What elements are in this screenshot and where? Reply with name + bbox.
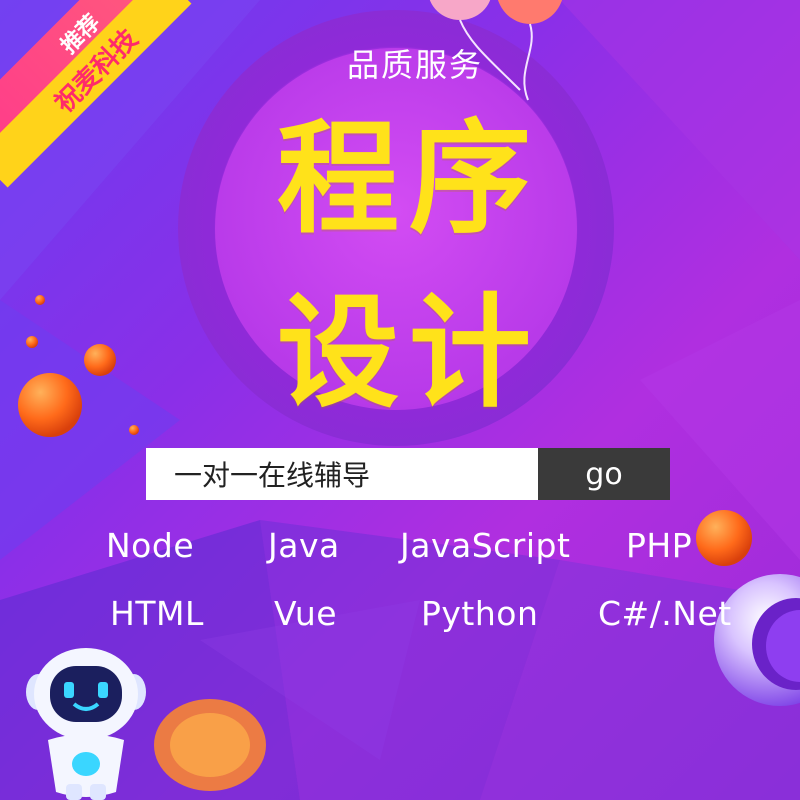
robot-mascot-icon	[26, 648, 146, 800]
search-input[interactable]	[146, 448, 538, 500]
tag-python[interactable]: Python	[421, 594, 538, 633]
tag-csharp-dotnet[interactable]: C#/.Net	[598, 594, 732, 633]
subtitle: 品质服务	[346, 46, 483, 84]
title-line-1: 程序	[277, 108, 541, 250]
tag-javascript[interactable]: JavaScript	[400, 526, 570, 565]
orange-coin-icon	[154, 699, 266, 791]
title-line-2: 设计	[277, 282, 541, 424]
tag-html[interactable]: HTML	[110, 594, 204, 633]
tag-node[interactable]: Node	[106, 526, 194, 565]
tag-php[interactable]: PHP	[626, 526, 692, 565]
tag-vue[interactable]: Vue	[274, 594, 337, 633]
go-button[interactable]: go	[538, 448, 670, 500]
purple-sphere-icon	[714, 574, 800, 706]
tag-java[interactable]: Java	[268, 526, 340, 565]
orange-sphere-icon	[696, 510, 752, 566]
banner-canvas: 推荐 祝麦科技 品质服务 程序 设计 go Node Java JavaScri…	[0, 0, 800, 800]
